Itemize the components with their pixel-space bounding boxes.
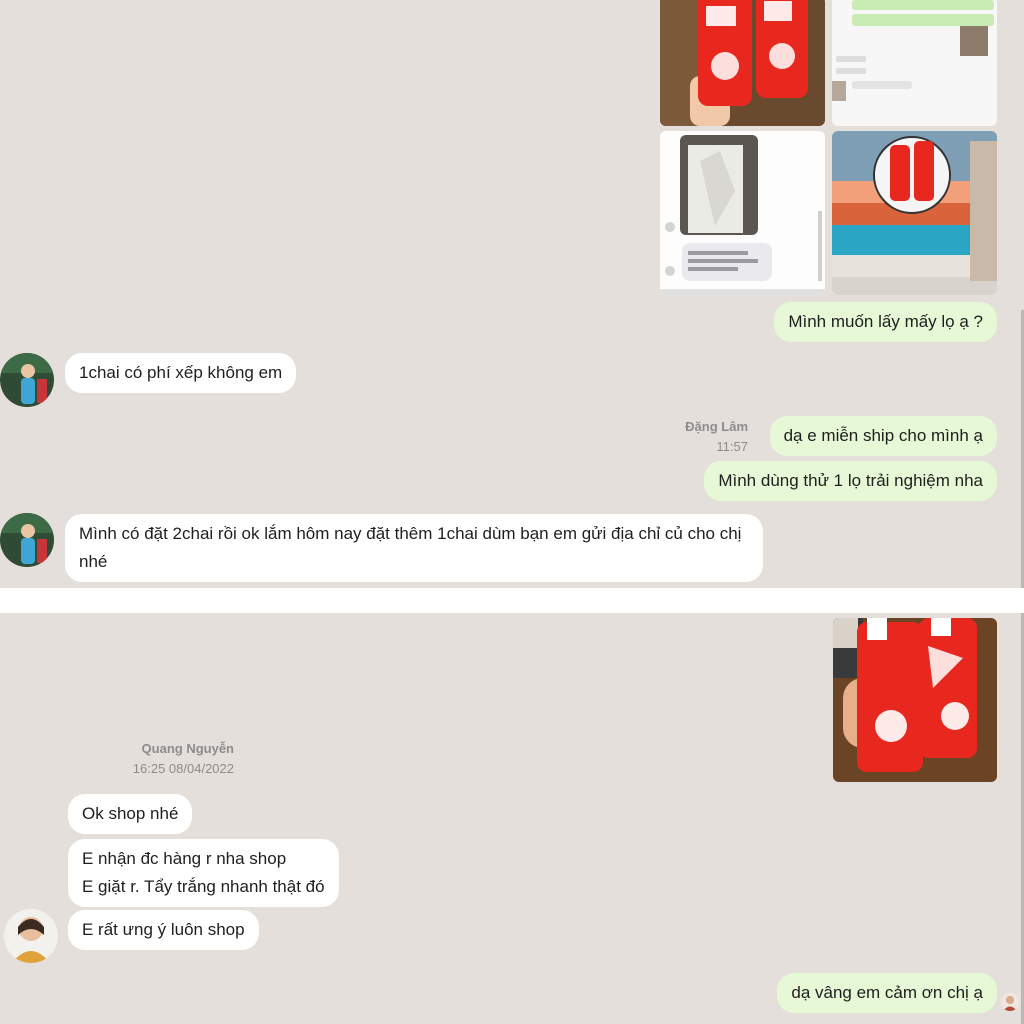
outgoing-message: dạ vâng em cảm ơn chị ạ (777, 973, 997, 1013)
customer-avatar[interactable] (0, 353, 54, 407)
outgoing-message: Mình muốn lấy mấy lọ ạ ? (774, 302, 997, 342)
incoming-message: Mình có đặt 2chai rồi ok lắm hôm nay đặt… (65, 514, 763, 582)
incoming-message: E rất ưng ý luôn shop (68, 910, 259, 950)
message-time: 11:57 (716, 439, 748, 454)
product-photo-thumbnail[interactable] (833, 618, 997, 782)
chat-screenshot-thumbnail[interactable] (832, 0, 997, 126)
outgoing-message: dạ e miễn ship cho mình ạ (769, 416, 997, 456)
message-time: 16:25 08/04/2022 (132, 761, 234, 776)
incoming-message: E nhận đc hàng r nha shop E giặt r. Tẩy … (68, 839, 339, 907)
product-photo-thumbnail[interactable] (660, 0, 825, 126)
product-photo-thumbnail[interactable] (832, 131, 997, 295)
chat-screenshot-thumbnail[interactable] (660, 131, 825, 295)
customer-avatar[interactable] (0, 513, 54, 567)
sender-name: Quang Nguyễn (141, 741, 234, 756)
message-line: E nhận đc hàng r nha shop (82, 849, 287, 868)
outgoing-message: Mình dùng thử 1 lọ trải nghiệm nha (704, 461, 997, 501)
message-line: E giặt r. Tẩy trắng nhanh thật đó (82, 877, 325, 896)
customer-avatar[interactable] (4, 909, 58, 963)
sender-name: Đặng Lâm (685, 419, 748, 434)
chat-panel-bottom: Quang Nguyễn 16:25 08/04/2022 Ok shop nh… (0, 613, 1024, 1024)
incoming-message: 1chai có phí xếp không em (65, 353, 297, 393)
incoming-message: Ok shop nhé (68, 794, 193, 834)
chat-panel-top: Mình muốn lấy mấy lọ ạ ? 1chai có phí xế… (0, 0, 1024, 588)
shop-avatar[interactable] (1001, 993, 1019, 1011)
